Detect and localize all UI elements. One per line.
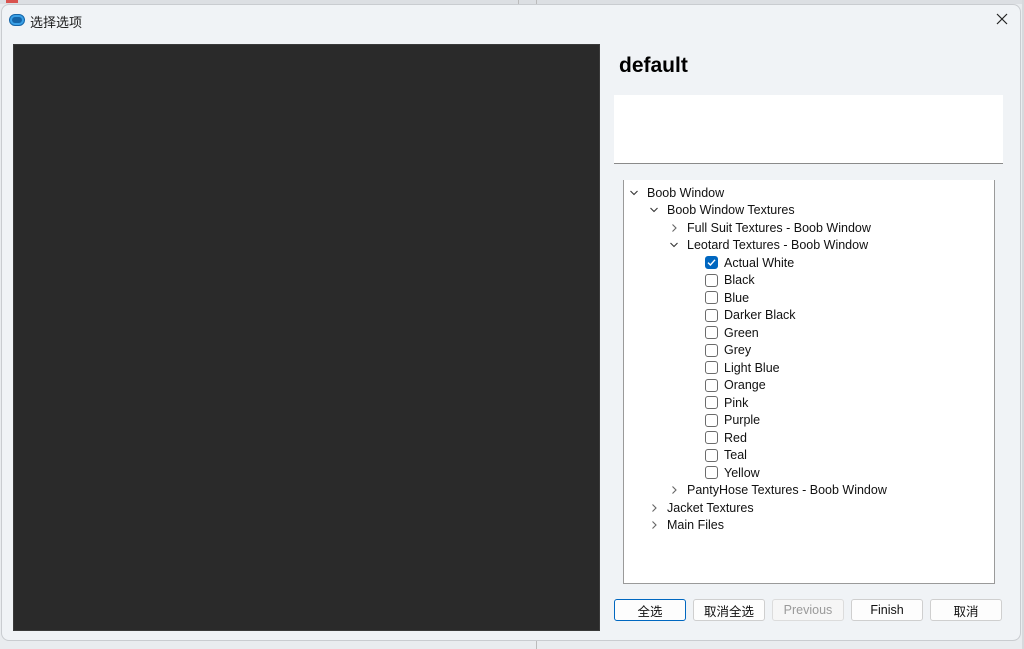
tree-item-label: Grey (724, 343, 752, 357)
tree-folder-item[interactable]: Full Suit Textures - Boob Window (668, 219, 871, 236)
checkbox[interactable] (705, 291, 718, 304)
tree-item-label: Jacket Textures (667, 500, 754, 515)
tree-option-item[interactable]: Yellow (705, 464, 760, 481)
tree-item-label: Boob Window Textures (667, 203, 795, 217)
tree-item-label: Pink (724, 395, 749, 410)
chevron-down-icon[interactable] (668, 239, 680, 251)
tree-item-label: Darker Black (724, 308, 796, 322)
chevron-right-icon[interactable] (648, 502, 660, 514)
background-divider (536, 641, 537, 649)
close-button[interactable] (984, 5, 1020, 33)
cancel-button[interactable]: 取消 (930, 599, 1002, 621)
chevron-right-icon[interactable] (668, 222, 680, 234)
tree-item-label: Green (724, 325, 759, 340)
tree-option-item[interactable]: Blue (705, 289, 749, 306)
checkbox[interactable] (705, 396, 718, 409)
check-icon (707, 259, 716, 267)
option-heading: default (619, 54, 688, 77)
checkbox[interactable] (705, 466, 718, 479)
tree-item-label: Purple (724, 413, 761, 427)
tree-item-label: Actual White (724, 255, 795, 270)
tree-folder-item[interactable]: Jacket Textures (648, 499, 754, 516)
tree-item-label: Teal (724, 448, 747, 462)
tree-item-label: Light Blue (724, 360, 780, 375)
tree-item-label: Black (724, 273, 755, 287)
tree-item-label: Main Files (667, 518, 724, 532)
checkbox[interactable] (705, 273, 718, 287)
chevron-right-icon[interactable] (668, 484, 680, 496)
tree-item-label: Leotard Textures - Boob Window (687, 238, 869, 252)
finish-button[interactable]: Finish (851, 599, 923, 621)
checkbox[interactable] (705, 413, 718, 427)
tree-option-item[interactable]: Actual White (705, 254, 794, 271)
tree-item-label: Blue (724, 290, 750, 305)
background-red-mark (6, 0, 18, 3)
select-all-button[interactable]: 全选 (614, 599, 686, 621)
tree-option-item[interactable]: Teal (705, 447, 747, 464)
checkbox[interactable] (705, 378, 718, 392)
tree-item-label: Full Suit Textures - Boob Window (687, 220, 871, 235)
tree-item-label: Boob Window (647, 185, 725, 200)
tree-item-label: PantyHose Textures - Boob Window (687, 483, 887, 497)
tree-item-label: Yellow (724, 465, 760, 480)
tree-option-item[interactable]: Purple (705, 412, 760, 429)
tree-item-label: Orange (724, 378, 766, 392)
tree-folder-item[interactable]: Main Files (648, 517, 724, 534)
window-title: 选择选项 (30, 15, 83, 30)
tree-folder-item[interactable]: Leotard Textures - Boob Window (668, 237, 868, 254)
chevron-down-icon[interactable] (628, 187, 640, 199)
checkbox[interactable] (705, 361, 718, 374)
app-icon (9, 13, 25, 26)
tree-option-item[interactable]: Orange (705, 377, 766, 394)
tree-option-item[interactable]: Red (705, 429, 747, 446)
checkbox[interactable] (705, 326, 718, 339)
chevron-down-icon[interactable] (648, 204, 660, 216)
checkbox[interactable] (705, 343, 718, 357)
tree-option-item[interactable]: Light Blue (705, 359, 780, 376)
chevron-right-icon[interactable] (648, 519, 660, 531)
title-bar[interactable]: 选择选项 (2, 5, 1020, 35)
tree-item-label: Red (724, 430, 747, 445)
deselect-all-button[interactable]: 取消全选 (693, 599, 765, 621)
options-dialog: 选择选项 default Boob Window Boob Window Text… (1, 4, 1021, 641)
tree-folder-item[interactable]: Boob Window Textures (648, 202, 795, 219)
checkbox[interactable] (705, 431, 718, 444)
tree-option-item[interactable]: Grey (705, 342, 751, 359)
option-description (614, 95, 1003, 164)
checkbox-checked[interactable] (705, 256, 718, 269)
tree-folder-item[interactable]: PantyHose Textures - Boob Window (668, 482, 887, 499)
tree-folder-item[interactable]: Boob Window (628, 184, 724, 201)
close-icon (996, 13, 1008, 25)
tree-option-item[interactable]: Green (705, 324, 759, 341)
image-preview (13, 44, 600, 631)
tree-option-item[interactable]: Pink (705, 394, 748, 411)
previous-button[interactable]: Previous (772, 599, 844, 621)
checkbox[interactable] (705, 308, 718, 322)
tree-option-item[interactable]: Black (705, 272, 755, 289)
options-tree[interactable]: Boob Window Boob Window Textures Full Suit… (623, 180, 995, 584)
tree-option-item[interactable]: Darker Black (705, 307, 796, 324)
checkbox[interactable] (705, 448, 718, 462)
